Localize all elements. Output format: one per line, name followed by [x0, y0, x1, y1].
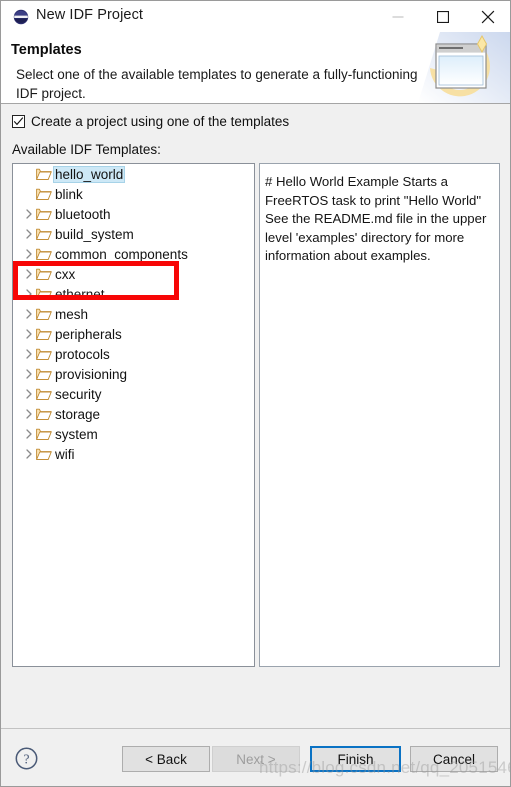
folder-icon — [35, 327, 53, 341]
tree-item-build-system[interactable]: build_system — [13, 224, 254, 244]
tree-item-label: build_system — [55, 226, 134, 242]
svg-text:?: ? — [24, 751, 30, 766]
new-wizard-banner-icon — [418, 32, 510, 103]
dialog-body: Create a project using one of the templa… — [1, 104, 510, 728]
create-project-checkbox-row[interactable]: Create a project using one of the templa… — [12, 114, 289, 129]
chevron-right-icon[interactable] — [23, 209, 35, 219]
folder-icon — [35, 247, 53, 261]
folder-icon — [35, 447, 53, 461]
tree-item-common-components[interactable]: common_components — [13, 244, 254, 264]
chevron-right-icon[interactable] — [23, 229, 35, 239]
tree-item-mesh[interactable]: mesh — [13, 304, 254, 324]
tree-item-label: cxx — [55, 266, 76, 282]
tree-item-label: protocols — [55, 346, 110, 362]
tree-item-label: security — [55, 386, 102, 402]
minimize-icon[interactable] — [375, 1, 420, 32]
tree-item-system[interactable]: system — [13, 424, 254, 444]
titlebar: New IDF Project — [1, 1, 510, 32]
chevron-right-icon[interactable] — [23, 429, 35, 439]
tree-item-protocols[interactable]: protocols — [13, 344, 254, 364]
tree-item-label: blink — [55, 186, 83, 202]
chevron-right-icon[interactable] — [23, 409, 35, 419]
window-title: New IDF Project — [36, 7, 144, 23]
chevron-right-icon[interactable] — [23, 249, 35, 259]
tree-item-label: bluetooth — [55, 206, 111, 222]
chevron-right-icon[interactable] — [23, 289, 35, 299]
tree-item-label: storage — [55, 406, 101, 422]
tree-item-label: ethernet — [55, 286, 105, 302]
folder-icon — [35, 167, 53, 181]
tree-item-peripherals[interactable]: peripherals — [13, 324, 254, 344]
chevron-right-icon[interactable] — [23, 349, 35, 359]
chevron-right-icon[interactable] — [23, 369, 35, 379]
folder-icon — [35, 187, 53, 201]
close-icon[interactable] — [465, 1, 510, 32]
tree-item-label: wifi — [55, 446, 75, 462]
tree-item-provisioning[interactable]: provisioning — [13, 364, 254, 384]
chevron-right-icon[interactable] — [23, 449, 35, 459]
folder-icon — [35, 407, 53, 421]
tree-item-hello-world[interactable]: hello_world — [13, 164, 254, 184]
eclipse-sphere-icon — [13, 9, 29, 25]
template-description-text: # Hello World Example Starts a FreeRTOS … — [265, 174, 487, 264]
folder-icon — [35, 427, 53, 441]
tree-item-label: hello_world — [53, 165, 126, 183]
folder-icon — [35, 367, 53, 381]
folder-icon — [35, 267, 53, 281]
next-button: Next > — [212, 746, 300, 772]
templates-tree[interactable]: hello_worldblink bluetooth build_systemcom… — [12, 163, 255, 667]
maximize-icon[interactable] — [420, 1, 465, 32]
chevron-right-icon[interactable] — [23, 329, 35, 339]
page-description: Select one of the available templates to… — [16, 67, 418, 101]
tree-item-bluetooth[interactable]: bluetooth — [13, 204, 254, 224]
folder-icon — [35, 227, 53, 241]
new-idf-project-dialog: New IDF Project Templates Select one of … — [0, 0, 511, 787]
tree-item-ethernet[interactable]: ethernet — [13, 284, 254, 304]
tree-item-blink[interactable]: blink — [13, 184, 254, 204]
chevron-right-icon[interactable] — [23, 389, 35, 399]
tree-item-label: system — [55, 426, 98, 442]
available-templates-label: Available IDF Templates: — [12, 142, 161, 157]
template-description-panel: # Hello World Example Starts a FreeRTOS … — [259, 163, 500, 667]
create-project-checkbox-label: Create a project using one of the templa… — [31, 114, 290, 129]
create-project-checkbox[interactable] — [12, 115, 25, 128]
folder-icon — [35, 347, 53, 361]
tree-item-label: common_components — [55, 246, 188, 262]
cancel-button[interactable]: Cancel — [410, 746, 498, 772]
tree-item-security[interactable]: security — [13, 384, 254, 404]
folder-icon — [35, 307, 53, 321]
finish-button[interactable]: Finish — [310, 746, 401, 772]
back-button[interactable]: < Back — [122, 746, 210, 772]
folder-icon — [35, 387, 53, 401]
wizard-header: Templates Select one of the available te… — [1, 32, 510, 104]
tree-item-cxx[interactable]: cxx — [13, 264, 254, 284]
tree-item-label: peripherals — [55, 326, 122, 342]
folder-icon — [35, 207, 53, 221]
help-icon[interactable]: ? — [15, 747, 38, 770]
chevron-right-icon[interactable] — [23, 309, 35, 319]
tree-item-label: mesh — [55, 306, 89, 322]
chevron-right-icon[interactable] — [23, 269, 35, 279]
tree-item-wifi[interactable]: wifi — [13, 444, 254, 464]
page-title: Templates — [11, 42, 82, 58]
tree-item-storage[interactable]: storage — [13, 404, 254, 424]
tree-item-label: provisioning — [55, 366, 128, 382]
folder-icon — [35, 287, 53, 301]
